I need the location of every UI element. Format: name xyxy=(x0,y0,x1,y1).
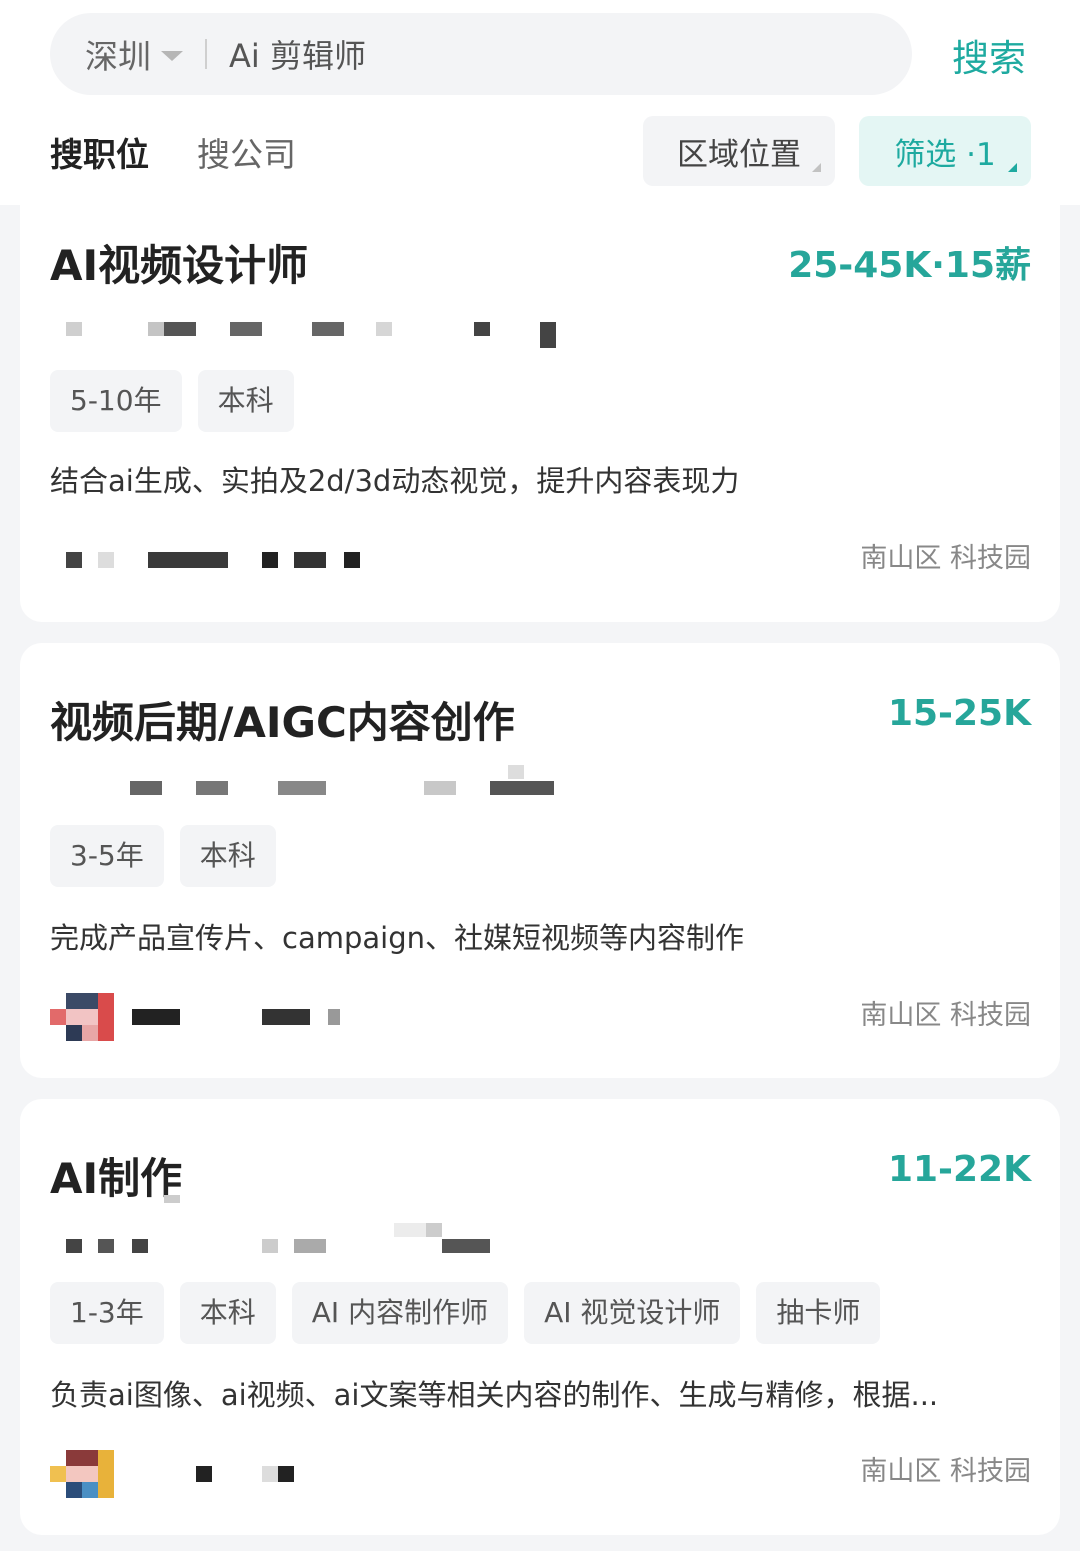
job-card[interactable]: AI制作 11-22K 1-3年 本科 AI 内容制作师 AI 视觉设计师 抽卡… xyxy=(20,1099,1060,1535)
job-tag: 1-3年 xyxy=(50,1282,164,1344)
search-mode-tabs: 搜职位 搜公司 xyxy=(50,128,344,176)
search-button[interactable]: 搜索 xyxy=(952,28,1026,82)
tab-jobs[interactable]: 搜职位 xyxy=(50,128,149,176)
job-location: 南山区 科技园 xyxy=(860,1000,1031,1031)
search-bar[interactable]: 深圳 Ai 剪辑师 xyxy=(50,13,912,95)
search-input[interactable]: Ai 剪辑师 xyxy=(229,31,366,77)
job-tag: 5-10年 xyxy=(50,370,182,432)
job-salary: 15-25K xyxy=(887,693,1031,734)
job-title: 视频后期/AIGC内容创作 xyxy=(50,698,515,747)
area-filter-button[interactable]: 区域位置 xyxy=(643,116,835,186)
tab-companies[interactable]: 搜公司 xyxy=(197,128,296,176)
filter-label: 筛选 ·1 xyxy=(894,136,996,173)
corner-triangle-icon xyxy=(812,163,821,172)
job-tag: 3-5年 xyxy=(50,825,164,887)
job-title: AI制作 xyxy=(50,1154,183,1203)
blurred-recruiter-info xyxy=(50,1450,550,1500)
blurred-company-info xyxy=(50,1195,610,1261)
job-tag: AI 视觉设计师 xyxy=(524,1282,741,1344)
filter-button[interactable]: 筛选 ·1 xyxy=(859,116,1031,186)
job-tag: AI 内容制作师 xyxy=(291,1282,509,1344)
blurred-recruiter-info xyxy=(50,546,550,596)
city-selector[interactable]: 深圳 xyxy=(85,30,151,78)
corner-triangle-icon xyxy=(1008,163,1017,172)
job-description: 完成产品宣传片、campaign、社媒短视频等内容制作 xyxy=(50,921,744,955)
job-salary: 25-45K·15薪 xyxy=(788,245,1031,286)
blurred-recruiter-info xyxy=(50,993,550,1043)
job-tag: 本科 xyxy=(179,825,276,887)
chevron-down-icon[interactable] xyxy=(161,51,183,61)
job-card[interactable]: AI视频设计师 25-45K·15薪 5-10年 本科 结合ai生成、实拍及2d… xyxy=(20,190,1060,622)
avatar xyxy=(50,1450,114,1498)
search-header: 深圳 Ai 剪辑师 搜索 搜职位 搜公司 区域位置 筛选 ·1 xyxy=(0,0,1080,205)
divider xyxy=(205,39,207,69)
job-tag: 本科 xyxy=(197,370,294,432)
job-tag: 抽卡师 xyxy=(756,1282,881,1344)
job-tags: 3-5年 本科 xyxy=(50,825,292,887)
job-tag: 本科 xyxy=(179,1282,276,1344)
job-title: AI视频设计师 xyxy=(50,241,309,290)
area-filter-label: 区域位置 xyxy=(677,136,801,173)
job-tags: 1-3年 本科 AI 内容制作师 AI 视觉设计师 抽卡师 xyxy=(50,1282,896,1344)
job-salary: 11-22K xyxy=(887,1149,1031,1190)
job-card[interactable]: 视频后期/AIGC内容创作 15-25K 3-5年 本科 完成产品宣传片、cam… xyxy=(20,643,1060,1078)
blurred-company-info xyxy=(50,320,610,348)
job-tags: 5-10年 本科 xyxy=(50,370,310,432)
job-description: 负责ai图像、ai视频、ai文案等相关内容的制作、生成与精修，根据... xyxy=(50,1378,939,1412)
job-description: 结合ai生成、实拍及2d/3d动态视觉，提升内容表现力 xyxy=(50,464,740,498)
blurred-company-info xyxy=(50,765,610,803)
job-location: 南山区 科技园 xyxy=(860,1456,1031,1487)
avatar xyxy=(50,993,114,1041)
job-location: 南山区 科技园 xyxy=(860,543,1031,574)
